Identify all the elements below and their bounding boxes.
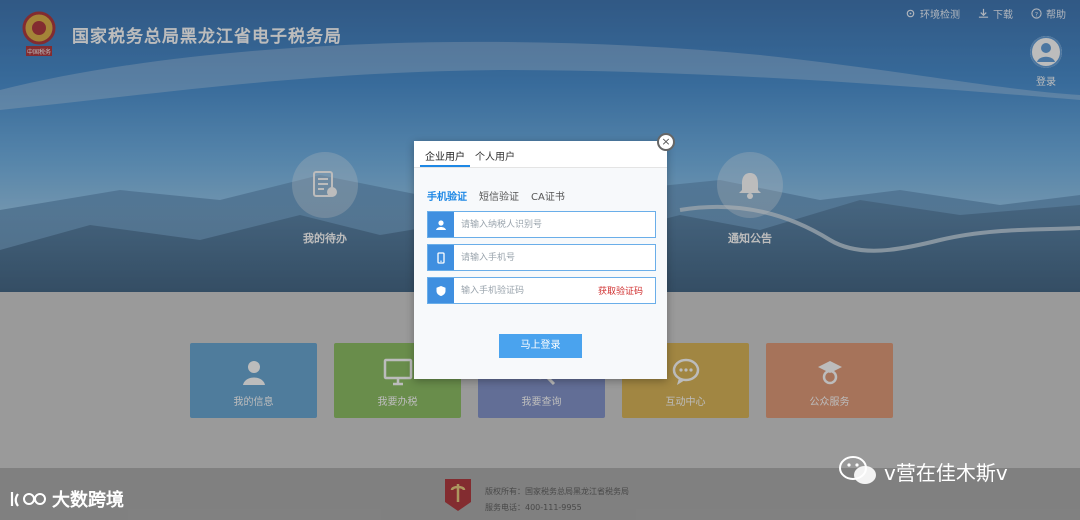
login-form: 手机验证 短信验证 CA证书 获取验证码 马上登录 bbox=[414, 168, 667, 379]
watermark-left-text: 大数跨境 bbox=[52, 490, 124, 511]
taxpayer-id-input[interactable] bbox=[454, 213, 655, 236]
user-type-tabs: 企业用户 个人用户 bbox=[414, 141, 667, 168]
get-code-link[interactable]: 获取验证码 bbox=[598, 284, 655, 297]
mobile-phone-icon bbox=[437, 251, 445, 264]
code-field-icon-box bbox=[428, 278, 454, 303]
login-submit-button[interactable]: 马上登录 bbox=[499, 334, 582, 358]
phone-field-icon-box bbox=[428, 245, 454, 270]
user-icon bbox=[436, 219, 446, 230]
auth-method-tabs: 手机验证 短信验证 CA证书 bbox=[427, 188, 565, 203]
close-icon[interactable]: × bbox=[657, 133, 675, 151]
tab-personal-user[interactable]: 个人用户 bbox=[470, 141, 520, 167]
tab-phone-verify[interactable]: 手机验证 bbox=[427, 188, 467, 203]
watermark-right: v营在佳木斯v bbox=[838, 454, 1008, 488]
watermark-logo-icon bbox=[10, 492, 46, 507]
wechat-icon bbox=[839, 456, 876, 484]
watermark-right-text: v营在佳木斯v bbox=[884, 460, 1008, 485]
watermark-left: 大数跨境 bbox=[10, 486, 124, 512]
user-field-icon-box bbox=[428, 212, 454, 237]
phone-input[interactable] bbox=[454, 246, 655, 269]
verification-code-field: 获取验证码 bbox=[427, 277, 656, 304]
shield-icon bbox=[436, 285, 446, 296]
tab-enterprise-user[interactable]: 企业用户 bbox=[420, 141, 470, 167]
verification-code-input[interactable] bbox=[454, 279, 598, 302]
login-modal: 企业用户 个人用户 手机验证 短信验证 CA证书 获取验证码 bbox=[414, 141, 667, 379]
taxpayer-id-field bbox=[427, 211, 656, 238]
phone-field bbox=[427, 244, 656, 271]
tab-ca-cert[interactable]: CA证书 bbox=[531, 188, 565, 203]
tab-sms-verify[interactable]: 短信验证 bbox=[479, 188, 519, 203]
